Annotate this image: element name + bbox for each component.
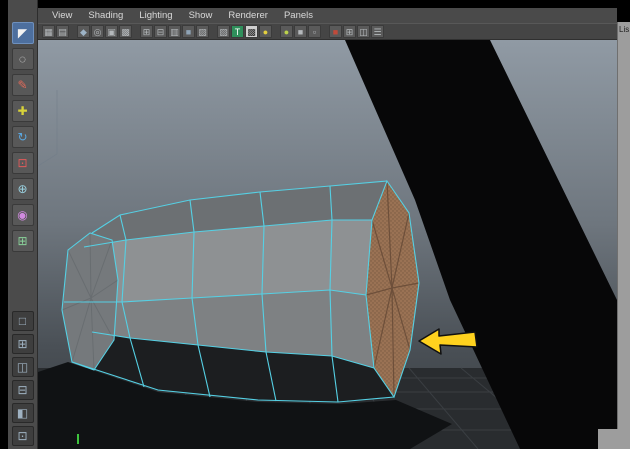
show-manipulator-tool-icon[interactable]: ⊞ — [12, 230, 34, 252]
snap-to-projected-center-icon[interactable]: ◎ — [91, 25, 104, 38]
snap-to-grid-icon[interactable]: ▦ — [42, 25, 55, 38]
menu-renderer[interactable]: Renderer — [220, 10, 276, 21]
construction-history-icon[interactable]: ▥ — [168, 25, 181, 38]
output-operations-icon[interactable]: ⊟ — [154, 25, 167, 38]
move-tool-icon[interactable]: ✚ — [12, 100, 34, 122]
error-flag-icon[interactable]: ■ — [329, 25, 342, 38]
shelf-icons: ▦▤◆◎▣▩⊞⊟▥■▨▧T▩●●■▫■⊞◫☰ — [42, 25, 385, 38]
single-pane-layout-button[interactable]: □ — [12, 311, 34, 331]
two-pane-layout-button[interactable]: ◫ — [12, 357, 34, 377]
four-pane-layout-button[interactable]: ⊞ — [12, 334, 34, 354]
toolbox: ◤ ◌ ✎ ✚ ↻ ⊡ ⊕ ◉ ⊞ □ ⊞ ◫ ⊟ ◧ ⊡ — [8, 0, 38, 449]
grid-display-icon[interactable]: ⊞ — [343, 25, 356, 38]
render-current-frame-icon[interactable]: ■ — [182, 25, 195, 38]
select-tool-icon[interactable]: ◤ — [12, 22, 34, 44]
maya-window: ◤◌✎✚↻⊡⊕◉⊞ □⊞◫⊟◧⊡ ViewShadingLightingShow… — [0, 0, 630, 449]
soft-modification-tool-icon[interactable]: ◉ — [12, 204, 34, 226]
menu-view[interactable]: View — [44, 10, 80, 21]
field-chart-icon[interactable]: ▫ — [308, 25, 321, 38]
menu-show[interactable]: Show — [181, 10, 221, 21]
viewport-canvas[interactable] — [38, 40, 617, 449]
rotate-tool-icon[interactable]: ↻ — [12, 126, 34, 148]
universal-manipulator-tool-icon[interactable]: ⊕ — [12, 178, 34, 200]
checker-display-icon[interactable]: ▩ — [245, 25, 258, 38]
panel-menubar: ViewShadingLightingShowRendererPanels — [38, 8, 617, 23]
lasso-tool-icon[interactable]: ◌ — [12, 48, 34, 70]
menubar-items: ViewShadingLightingShowRendererPanels — [44, 10, 321, 21]
film-gate-icon[interactable]: ◫ — [357, 25, 370, 38]
viewport[interactable] — [38, 40, 617, 449]
paint-selection-tool-icon[interactable]: ✎ — [12, 74, 34, 96]
make-live-icon[interactable]: ▩ — [119, 25, 132, 38]
input-operations-icon[interactable]: ⊞ — [140, 25, 153, 38]
panel-corner — [598, 429, 630, 449]
render-settings-icon[interactable]: ▧ — [217, 25, 230, 38]
hypergraph-pane-layout-button[interactable]: ⊡ — [12, 426, 34, 446]
snap-to-points-icon[interactable]: ◆ — [77, 25, 90, 38]
right-panel[interactable]: Lis — [617, 22, 630, 449]
panel-toolbar: ▦▤◆◎▣▩⊞⊟▥■▨▧T▩●●■▫■⊞◫☰ — [38, 23, 617, 40]
texture-view-icon[interactable]: T — [231, 25, 244, 38]
snap-to-curves-icon[interactable]: ▤ — [56, 25, 69, 38]
isolate-select-icon[interactable]: ■ — [294, 25, 307, 38]
menu-lighting[interactable]: Lighting — [131, 10, 180, 21]
default-material-icon[interactable]: ● — [259, 25, 272, 38]
menu-panels[interactable]: Panels — [276, 10, 321, 21]
right-panel-label: Lis — [618, 22, 630, 34]
share-view-icon[interactable]: ☰ — [371, 25, 384, 38]
ipr-render-icon[interactable]: ▨ — [196, 25, 209, 38]
menu-shading[interactable]: Shading — [80, 10, 131, 21]
shaded-display-icon[interactable]: ● — [280, 25, 293, 38]
outliner-pane-layout-button[interactable]: ◧ — [12, 403, 34, 423]
snap-to-view-planes-icon[interactable]: ▣ — [105, 25, 118, 38]
scale-tool-icon[interactable]: ⊡ — [12, 152, 34, 174]
stacked-pane-layout-button[interactable]: ⊟ — [12, 380, 34, 400]
